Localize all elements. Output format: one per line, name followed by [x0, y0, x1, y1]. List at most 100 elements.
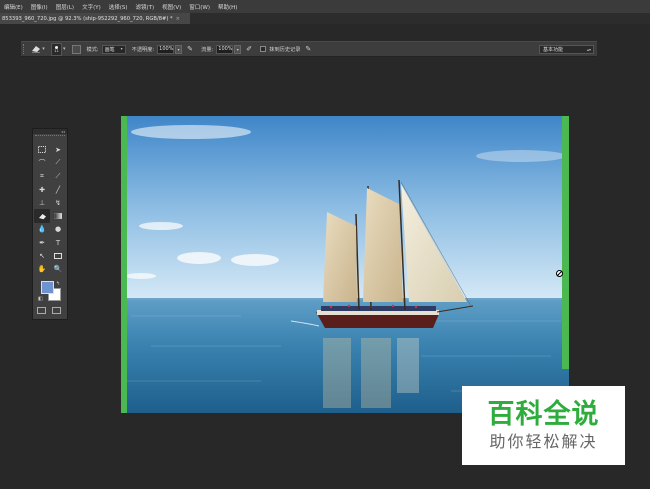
gradient-icon: [54, 213, 62, 220]
airbrush-icon[interactable]: ✐: [246, 45, 254, 53]
quick-selection-icon: ⟋: [55, 158, 61, 167]
chevron-down-icon[interactable]: ▾: [63, 46, 66, 52]
selection-edge-right: [562, 116, 569, 369]
type-icon: T: [55, 238, 61, 247]
default-colors-icon[interactable]: ◧: [38, 296, 43, 302]
pen-icon: ✒: [39, 238, 45, 247]
chevron-down-icon: ▾: [42, 46, 45, 52]
blur-tool[interactable]: 💧: [34, 223, 50, 236]
watermark-title: 百科全说: [487, 398, 600, 430]
eyedropper-tool[interactable]: ⟋: [50, 170, 66, 183]
screen-mode-button[interactable]: [52, 307, 61, 314]
watermark-subtitle: 助你轻松解决: [489, 431, 598, 451]
selection-edge-left: [121, 116, 127, 413]
menu-help[interactable]: 帮助(H): [214, 3, 241, 11]
quick-mask-button[interactable]: [37, 307, 46, 314]
history-brush-icon: ↯: [55, 198, 61, 207]
brush-tool[interactable]: ╱: [50, 183, 66, 196]
menu-window[interactable]: 窗口(W): [185, 3, 214, 11]
rectangle-tool[interactable]: [50, 249, 66, 262]
type-tool[interactable]: T: [50, 236, 66, 249]
gradient-tool[interactable]: [50, 209, 66, 222]
swap-colors-icon[interactable]: ↰: [56, 281, 60, 287]
tool-grid: ➤ ⌒ ⟋ ⌗ ⟋ ✚ ╱ ⊥ ↯ 💧 ● ✒ T ↖ ✋ 🔍: [33, 141, 67, 276]
bandage-icon: ✚: [39, 185, 45, 194]
collapse-icon[interactable]: ◂◂: [61, 129, 65, 134]
opacity-input[interactable]: 100%: [157, 44, 175, 54]
document-canvas[interactable]: [121, 116, 569, 413]
opacity-slider-toggle[interactable]: ▾: [175, 44, 183, 54]
menu-select[interactable]: 选择(S): [105, 3, 132, 11]
chevron-down-icon: ▾: [120, 45, 123, 51]
tool-options-bar: ▾ 11 ▾ 模式: 画笔 ▾ 不透明度: 100% ▾ ✎ 流量: 100% …: [21, 41, 597, 57]
eraser-tool-preset-button[interactable]: ▾: [31, 44, 45, 54]
pen-tool[interactable]: ✒: [34, 236, 50, 249]
tools-panel-header[interactable]: ◂◂: [33, 129, 67, 134]
tools-panel-grip[interactable]: [35, 135, 65, 140]
marquee-icon: [38, 146, 46, 154]
pressure-opacity-icon[interactable]: ✎: [187, 45, 195, 53]
color-swatches: ↰ ◧: [38, 281, 64, 305]
close-icon[interactable]: ×: [176, 16, 180, 22]
move-icon: ➤: [55, 145, 61, 154]
options-grip[interactable]: [23, 44, 27, 54]
dodge-icon: ●: [54, 225, 62, 234]
stamp-icon: ⊥: [38, 198, 46, 207]
erase-to-history-checkbox[interactable]: [260, 46, 267, 52]
document-tab-bar: 853393_960_720.jpg @ 92.3% (ship-952292_…: [0, 13, 650, 24]
flow-label: 流量:: [201, 46, 214, 53]
lasso-tool[interactable]: ⌒: [34, 156, 50, 169]
brush-icon: ╱: [55, 185, 61, 194]
flow-slider-toggle[interactable]: ▾: [234, 44, 242, 54]
ship-photo: [121, 116, 569, 413]
pressure-size-icon[interactable]: ✎: [305, 45, 313, 53]
move-tool[interactable]: ➤: [50, 143, 66, 156]
path-selection-tool[interactable]: ↖: [34, 249, 50, 262]
tools-panel: ◂◂ ➤ ⌒ ⟋ ⌗ ⟋ ✚ ╱ ⊥ ↯ 💧 ● ✒ T ↖ ✋ 🔍 ↰ ◧: [32, 128, 68, 320]
marquee-tool[interactable]: [34, 143, 50, 156]
hand-tool[interactable]: ✋: [34, 263, 50, 276]
flow-input[interactable]: 100%: [216, 44, 234, 54]
rectangle-icon: [54, 253, 62, 260]
crop-icon: ⌗: [40, 171, 44, 180]
history-brush-tool[interactable]: ↯: [50, 196, 66, 209]
eraser-icon: [38, 213, 46, 219]
tools-panel-bottom: [37, 307, 61, 314]
spot-healing-tool[interactable]: ✚: [34, 183, 50, 196]
opacity-label: 不透明度:: [131, 46, 155, 53]
quick-selection-tool[interactable]: ⟋: [50, 156, 66, 169]
workspace-value: 基本功能: [543, 46, 564, 53]
menu-edit[interactable]: 编辑(E): [0, 3, 27, 11]
eyedropper-icon: ⟋: [55, 171, 61, 180]
dodge-tool[interactable]: ●: [50, 223, 66, 236]
menu-image[interactable]: 图像(I): [27, 3, 52, 11]
crop-tool[interactable]: ⌗: [34, 170, 50, 183]
document-tab[interactable]: 853393_960_720.jpg @ 92.3% (ship-952292_…: [0, 13, 190, 24]
menu-type[interactable]: 文字(Y): [78, 3, 105, 11]
menu-filter[interactable]: 滤镜(T): [132, 3, 159, 11]
chevron-down-icon: ▴▾: [586, 46, 591, 52]
foreground-color-swatch[interactable]: [41, 281, 54, 294]
brush-size-picker[interactable]: 11: [51, 42, 62, 56]
eraser-icon: [32, 46, 41, 53]
eraser-tool[interactable]: [34, 209, 50, 223]
menu-layer[interactable]: 图层(L): [52, 3, 78, 11]
brush-size-value: 11: [54, 47, 59, 53]
workspace-select[interactable]: 基本功能 ▴▾: [539, 44, 594, 54]
drop-icon: 💧: [37, 225, 47, 234]
path-selection-icon: ↖: [39, 252, 45, 261]
clone-stamp-tool[interactable]: ⊥: [34, 196, 50, 209]
document-tab-title: 853393_960_720.jpg @ 92.3% (ship-952292_…: [2, 15, 173, 22]
menu-bar: 编辑(E) 图像(I) 图层(L) 文字(Y) 选择(S) 滤镜(T) 视图(V…: [0, 0, 650, 13]
eraser-cursor-icon: [556, 270, 563, 277]
menu-view[interactable]: 视图(V): [158, 3, 185, 11]
erase-to-history-label: 抹到历史记录: [269, 46, 301, 53]
brush-panel-toggle-button[interactable]: [71, 44, 81, 54]
mode-value: 画笔: [104, 46, 115, 53]
mode-select[interactable]: 画笔 ▾: [101, 44, 126, 54]
zoom-icon: 🔍: [53, 265, 63, 274]
zoom-tool[interactable]: 🔍: [50, 263, 66, 276]
hand-icon: ✋: [37, 265, 47, 274]
watermark-logo: 百科全说 助你轻松解决: [462, 386, 625, 465]
lasso-icon: ⌒: [38, 158, 46, 167]
